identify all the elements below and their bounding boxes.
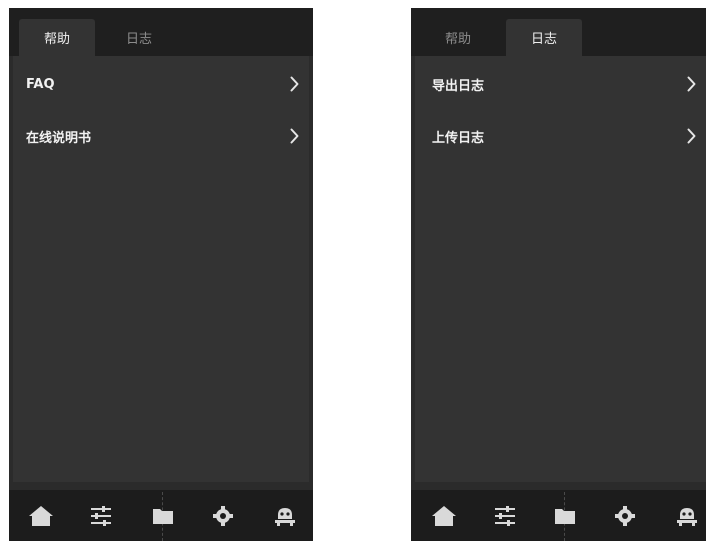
bottom-nav bbox=[9, 490, 313, 541]
help-screen: 帮助 日志 FAQ 在线说明书 bbox=[9, 8, 313, 541]
chevron-right-icon bbox=[687, 76, 696, 92]
gear-icon bbox=[213, 506, 233, 526]
gear-icon bbox=[615, 506, 635, 526]
tab-help[interactable]: 帮助 bbox=[19, 19, 95, 56]
list-item-upload-log[interactable]: 上传日志 bbox=[415, 116, 706, 156]
sliders-icon bbox=[91, 506, 111, 526]
nav-settings-sliders-button[interactable] bbox=[491, 503, 519, 529]
nav-files-button[interactable] bbox=[551, 503, 579, 529]
log-screen: 帮助 日志 导出日志 上传日志 bbox=[411, 8, 706, 541]
nav-robot-button[interactable] bbox=[271, 503, 299, 529]
nav-files-button[interactable] bbox=[149, 503, 177, 529]
list-item-export-log[interactable]: 导出日志 bbox=[415, 64, 706, 104]
nav-robot-button[interactable] bbox=[673, 503, 701, 529]
folder-icon bbox=[153, 509, 173, 524]
home-icon bbox=[432, 506, 456, 526]
help-list-panel: FAQ 在线说明书 bbox=[13, 56, 309, 482]
list-item-label: 导出日志 bbox=[432, 78, 485, 94]
folder-icon bbox=[555, 509, 575, 524]
chevron-right-icon bbox=[687, 128, 696, 144]
tab-help[interactable]: 帮助 bbox=[420, 19, 496, 56]
chevron-right-icon bbox=[290, 76, 299, 92]
chevron-right-icon bbox=[290, 128, 299, 144]
bottom-nav bbox=[411, 490, 706, 541]
sliders-icon bbox=[495, 506, 515, 526]
list-item-label: FAQ bbox=[26, 76, 55, 92]
nav-settings-sliders-button[interactable] bbox=[87, 503, 115, 529]
log-list-panel: 导出日志 上传日志 bbox=[415, 56, 706, 482]
tab-bar: 帮助 日志 bbox=[411, 8, 706, 56]
robot-icon bbox=[677, 508, 697, 526]
robot-icon bbox=[275, 508, 295, 526]
tab-bar: 帮助 日志 bbox=[9, 8, 313, 56]
home-icon bbox=[29, 506, 53, 526]
nav-gear-button[interactable] bbox=[209, 503, 237, 529]
nav-home-button[interactable] bbox=[430, 503, 458, 529]
tab-log[interactable]: 日志 bbox=[506, 19, 582, 56]
list-item-label: 在线说明书 bbox=[26, 130, 92, 146]
nav-home-button[interactable] bbox=[27, 503, 55, 529]
list-item-online-manual[interactable]: 在线说明书 bbox=[13, 116, 309, 156]
list-item-faq[interactable]: FAQ bbox=[13, 64, 309, 104]
nav-gear-button[interactable] bbox=[611, 503, 639, 529]
list-item-label: 上传日志 bbox=[432, 130, 485, 146]
tab-log[interactable]: 日志 bbox=[101, 19, 177, 56]
